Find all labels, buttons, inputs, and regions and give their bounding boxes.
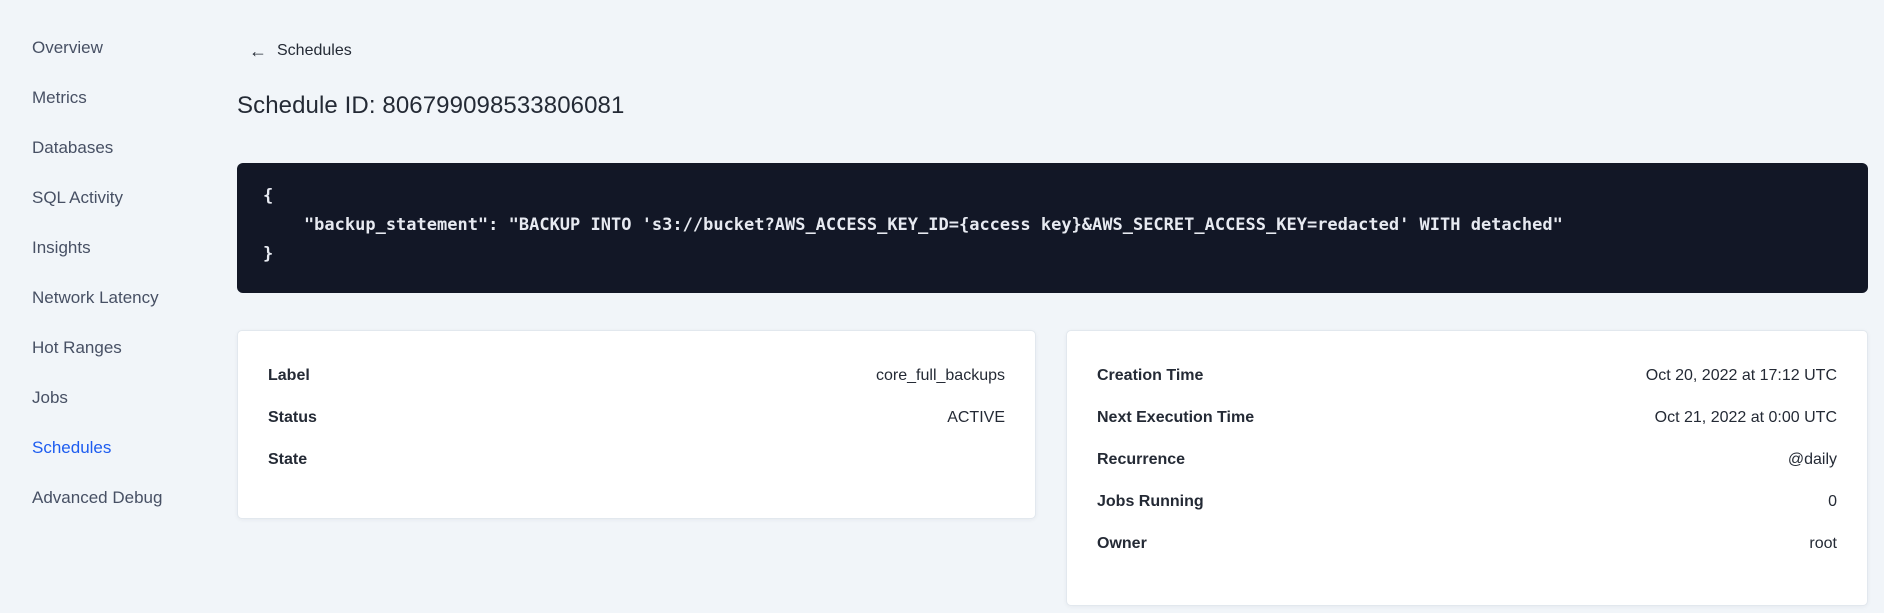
back-link-label: Schedules: [277, 42, 352, 59]
detail-row-label: Label core_full_backups: [268, 355, 1005, 397]
sidebar-item-overview[interactable]: Overview: [0, 23, 180, 73]
schedule-timing-card: Creation Time Oct 20, 2022 at 17:12 UTC …: [1066, 330, 1868, 606]
row-label: Next Execution Time: [1097, 409, 1255, 426]
sidebar-item-databases[interactable]: Databases: [0, 123, 180, 173]
sidebar-item-jobs[interactable]: Jobs: [0, 373, 180, 423]
sidebar-item-sql-activity[interactable]: SQL Activity: [0, 173, 180, 223]
detail-row-state: State: [268, 439, 1005, 481]
row-value: root: [1809, 535, 1837, 552]
row-value: Oct 20, 2022 at 17:12 UTC: [1645, 367, 1837, 384]
detail-row-recurrence: Recurrence @daily: [1097, 439, 1837, 481]
schedule-definition-code-block: { "backup_statement": "BACKUP INTO 's3:/…: [237, 163, 1868, 293]
row-label: Jobs Running: [1097, 493, 1204, 510]
sidebar-item-hot-ranges[interactable]: Hot Ranges: [0, 323, 180, 373]
back-arrow-icon: ←: [249, 41, 267, 61]
page-title: Schedule ID: 806799098533806081: [237, 92, 625, 119]
row-label: Status: [268, 409, 317, 426]
row-value: ACTIVE: [947, 409, 1005, 426]
code-line: {: [263, 186, 274, 206]
row-label: State: [268, 451, 308, 468]
sidebar-item-network-latency[interactable]: Network Latency: [0, 273, 180, 323]
code-line: }: [263, 244, 274, 264]
sidebar-nav: Overview Metrics Databases SQL Activity …: [0, 23, 180, 523]
row-label: Owner: [1097, 535, 1147, 552]
detail-row-status: Status ACTIVE: [268, 397, 1005, 439]
sidebar-item-insights[interactable]: Insights: [0, 223, 180, 273]
sidebar-item-advanced-debug[interactable]: Advanced Debug: [0, 473, 180, 523]
schedule-details-card: Label core_full_backups Status ACTIVE St…: [237, 330, 1036, 519]
detail-row-next-execution-time: Next Execution Time Oct 21, 2022 at 0:00…: [1097, 397, 1837, 439]
row-value: 0: [1828, 493, 1837, 510]
row-value: Oct 21, 2022 at 0:00 UTC: [1654, 409, 1837, 426]
detail-row-creation-time: Creation Time Oct 20, 2022 at 17:12 UTC: [1097, 355, 1837, 397]
sidebar-item-metrics[interactable]: Metrics: [0, 73, 180, 123]
detail-row-owner: Owner root: [1097, 523, 1837, 565]
schedule-definition-code: { "backup_statement": "BACKUP INTO 's3:/…: [263, 182, 1842, 269]
sidebar-item-list: Overview Metrics Databases SQL Activity …: [0, 23, 180, 523]
row-label: Label: [268, 367, 310, 384]
row-label: Creation Time: [1097, 367, 1204, 384]
sidebar-item-schedules[interactable]: Schedules: [0, 423, 180, 473]
code-line: "backup_statement": "BACKUP INTO 's3://b…: [263, 215, 1563, 235]
row-label: Recurrence: [1097, 451, 1186, 468]
back-link-schedules[interactable]: ← Schedules: [249, 42, 352, 60]
row-value: core_full_backups: [876, 367, 1005, 384]
detail-row-jobs-running: Jobs Running 0: [1097, 481, 1837, 523]
row-value: @daily: [1787, 451, 1837, 468]
